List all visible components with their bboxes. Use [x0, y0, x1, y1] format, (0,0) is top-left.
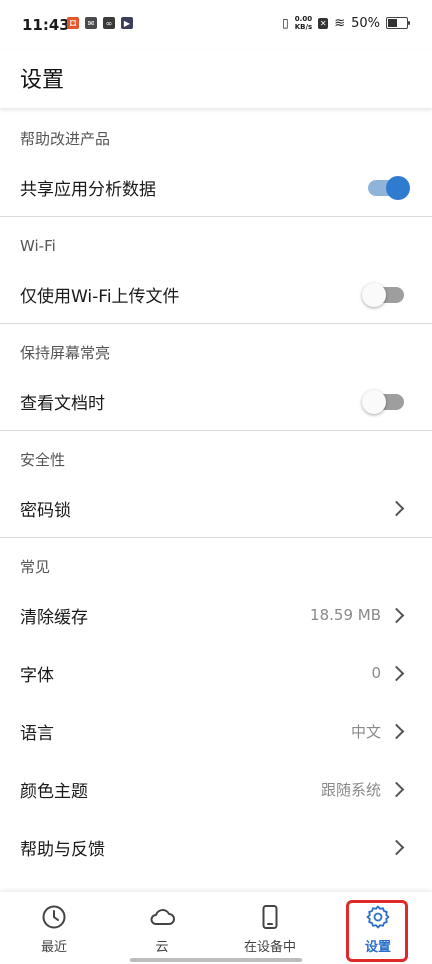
section-title: 帮助改进产品 — [20, 130, 111, 148]
app-header: 设置 — [0, 50, 432, 108]
net-speed: 0.00 KB/s — [295, 15, 312, 31]
toggle-knob — [386, 176, 410, 200]
toggle-knob — [362, 283, 386, 307]
nav-label: 在设备中 — [243, 940, 296, 955]
status-right: ▯ 0.00 KB/s ✕ ≋ 50% — [282, 15, 410, 31]
phone-icon — [262, 905, 278, 929]
nav-cloud[interactable]: 云 — [108, 892, 216, 964]
chevron-right-icon — [388, 500, 405, 516]
net-speed-unit: KB/s — [294, 23, 313, 31]
section-analytics: 帮助改进产品 共享应用分析数据 — [0, 110, 432, 216]
share-analytics-row[interactable]: 共享应用分析数据 — [0, 158, 432, 216]
nav-on-device[interactable]: 在设备中 — [216, 892, 324, 964]
app-notification-icon: ⚃ — [67, 17, 79, 29]
language-row[interactable]: 语言 中文 — [0, 702, 432, 760]
highlight-box — [346, 900, 408, 962]
language-value: 中文 — [350, 722, 381, 741]
help-feedback-row[interactable]: 帮助与反馈 — [0, 818, 432, 876]
row-label: 清除缓存 — [20, 607, 88, 628]
section-general: 常见 清除缓存 18.59 MB 字体 0 语言 中文 颜色主题 跟随系统 帮助… — [0, 538, 432, 934]
share-analytics-toggle[interactable] — [368, 176, 410, 200]
clock-icon — [42, 905, 66, 929]
chevron-right-icon — [388, 781, 405, 797]
chevron-right-icon — [388, 607, 405, 623]
battery-percent: 50% — [351, 15, 380, 31]
chevron-right-icon — [388, 665, 405, 681]
section-title: 常见 — [20, 558, 51, 576]
status-time: 11:43 — [22, 16, 70, 34]
cache-size-value: 18.59 MB — [310, 606, 381, 624]
font-row[interactable]: 字体 0 — [0, 644, 432, 702]
section-screen-on: 保持屏幕常亮 查看文档时 — [0, 324, 432, 430]
section-title: 安全性 — [20, 451, 66, 469]
vibrate-icon: ▯ — [282, 16, 289, 30]
color-theme-row[interactable]: 颜色主题 跟随系统 — [0, 760, 432, 818]
status-bar: 11:43 ⚃ ✉ ∞ ▶ ▯ 0.00 KB/s ✕ ≋ 50% — [0, 0, 432, 50]
passcode-lock-row[interactable]: 密码锁 — [0, 479, 432, 537]
wifi-icon: ≋ — [334, 15, 346, 31]
keep-screen-on-row[interactable]: 查看文档时 — [0, 372, 432, 430]
link-notification-icon: ∞ — [103, 17, 115, 29]
nav-label: 最近 — [40, 940, 67, 955]
theme-value: 跟随系统 — [320, 780, 381, 799]
nav-label: 云 — [155, 940, 169, 955]
wifi-only-toggle[interactable] — [362, 283, 404, 307]
section-title: Wi-Fi — [20, 237, 56, 255]
clear-cache-row[interactable]: 清除缓存 18.59 MB — [0, 586, 432, 644]
notification-icons: ⚃ ✉ ∞ ▶ — [67, 17, 133, 29]
mail-notification-icon: ✉ — [85, 17, 97, 29]
settings-list: 帮助改进产品 共享应用分析数据 Wi-Fi 仅使用Wi-Fi上传文件 保持屏幕常… — [0, 110, 432, 934]
net-speed-value: 0.00 — [294, 15, 313, 23]
page-title: 设置 — [20, 68, 65, 93]
row-label: 密码锁 — [20, 500, 71, 521]
wifi-only-upload-row[interactable]: 仅使用Wi-Fi上传文件 — [0, 265, 432, 323]
chevron-right-icon — [388, 723, 405, 739]
font-value: 0 — [371, 664, 381, 682]
row-label: 帮助与反馈 — [20, 839, 105, 860]
keep-screen-on-toggle[interactable] — [362, 390, 404, 414]
sim-icon: ✕ — [318, 17, 329, 29]
toggle-knob — [362, 390, 386, 414]
cloud-icon — [150, 909, 175, 925]
row-label: 颜色主题 — [20, 781, 88, 802]
nav-recent[interactable]: 最近 — [0, 892, 108, 964]
play-notification-icon: ▶ — [121, 17, 133, 29]
section-wifi: Wi-Fi 仅使用Wi-Fi上传文件 — [0, 217, 432, 323]
section-title: 保持屏幕常亮 — [20, 344, 111, 362]
chevron-right-icon — [388, 839, 405, 855]
section-security: 安全性 密码锁 — [0, 431, 432, 537]
row-label: 语言 — [20, 723, 54, 744]
home-indicator — [130, 958, 302, 962]
battery-icon — [386, 17, 410, 29]
row-label: 字体 — [20, 665, 54, 686]
